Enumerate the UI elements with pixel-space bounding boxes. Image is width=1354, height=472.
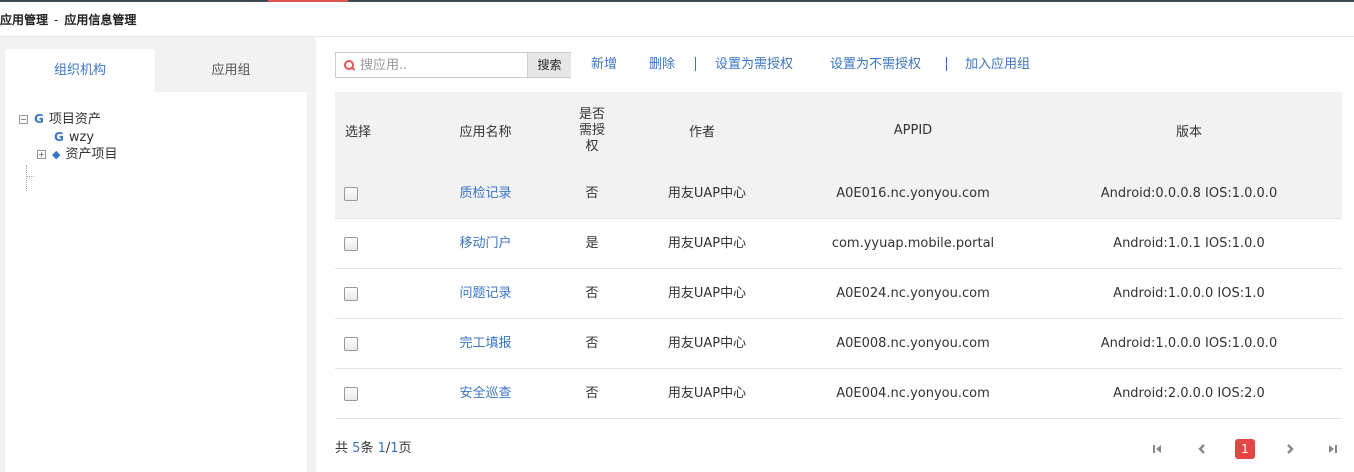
header-appid: APPID [893,123,933,138]
auth-cell: 否 [585,386,599,401]
row-checkbox[interactable] [344,187,358,201]
search-icon [344,60,354,70]
tree-node-icon: G [34,112,44,126]
collapse-icon[interactable]: − [19,115,28,124]
add-to-group-button[interactable]: 加入应用组 [965,52,1030,78]
tree-connector [26,176,34,177]
search-input[interactable] [360,53,526,77]
header-version: 版本 [1175,125,1202,140]
toolbar-divider [695,57,696,71]
version-cell: Android:1.0.0.0 IOS:1.0 [1113,286,1265,301]
content-area: 组织机构 应用组 −G项目资产 Gwzy +◆资产项目 搜索 新增 删除 设置为… [0,37,1354,472]
total-pages: 1 [390,441,399,456]
tab-organization[interactable]: 组织机构 [5,49,155,92]
top-border [0,0,1354,2]
search-button[interactable]: 搜索 [527,53,571,77]
prev-page-icon[interactable] [1193,440,1211,458]
toolbar-divider [946,57,947,71]
search-box: 搜索 [335,52,571,78]
auth-cell: 否 [585,286,599,301]
tree-node-label[interactable]: 资产项目 [65,147,117,162]
no-auth-button[interactable]: 设置为不需授权 [830,52,921,78]
table-row[interactable]: 质检记录 否 用友UAP中心 A0E016.nc.yonyou.com Andr… [335,169,1342,219]
tree-node-label[interactable]: 项目资产 [49,112,101,127]
version-cell: Android:2.0.0.0 IOS:2.0 [1113,386,1265,401]
page-number-current[interactable]: 1 [1235,439,1255,459]
row-checkbox[interactable] [344,237,358,251]
app-name-link[interactable]: 移动门户 [435,219,536,268]
version-cell: Android:1.0.1 IOS:1.0.0 [1113,236,1265,251]
page-suffix: 页 [398,441,412,456]
version-cell: Android:1.0.0.0 IOS:1.0.0.0 [1100,336,1278,351]
row-checkbox[interactable] [344,287,358,301]
author-cell: 用友UAP中心 [667,286,747,301]
last-page-icon[interactable] [1324,440,1342,458]
add-button[interactable]: 新增 [591,52,617,78]
left-panel: 组织机构 应用组 − G 项目资产 Gwzy + ◆ 资产项目 [5,49,307,472]
author-cell: 用友UAP中心 [667,186,747,201]
header-select: 选择 [344,125,371,140]
app-name-link[interactable]: 质检记录 [435,169,536,218]
tab-app-group[interactable]: 应用组 [155,49,307,92]
author-cell: 用友UAP中心 [667,386,747,401]
row-checkbox[interactable] [344,387,358,401]
tree-node-wzy[interactable]: Gwzy [54,128,94,146]
table-row[interactable]: 安全巡查 否 用友UAP中心 A0E004.nc.yonyou.com Andr… [335,369,1342,419]
table-row[interactable]: 完工填报 否 用友UAP中心 A0E008.nc.yonyou.com Andr… [335,319,1342,369]
appid-cell: A0E016.nc.yonyou.com [836,186,990,201]
tree-node-label[interactable]: wzy [69,130,94,145]
breadcrumb-separator: - [54,13,59,27]
auth-cell: 是 [585,236,599,251]
appid-cell: com.yyuap.mobile.portal [831,236,995,251]
header-auth-line: 是否 [578,106,605,122]
app-name-link[interactable]: 安全巡查 [435,369,536,418]
author-cell: 用友UAP中心 [667,236,747,251]
appid-cell: A0E004.nc.yonyou.com [836,386,990,401]
expand-icon[interactable]: + [37,150,46,159]
tree-node-icon: G [54,130,64,144]
app-name-link[interactable]: 完工填报 [435,319,536,368]
table-row[interactable]: 问题记录 否 用友UAP中心 A0E024.nc.yonyou.com Andr… [335,269,1342,319]
auth-cell: 否 [585,336,599,351]
header-auth-line: 需授 [578,122,605,138]
app-name-link[interactable]: 问题记录 [435,269,536,318]
header-auth-line: 权 [585,138,599,154]
active-tab-indicator [268,0,348,2]
first-page-icon[interactable] [1148,440,1166,458]
appid-cell: A0E024.nc.yonyou.com [836,286,990,301]
tree-node-assets[interactable]: + ◆ 资产项目 [37,146,117,164]
pagination-summary: 共 5条 1/1页 [335,439,412,459]
header-author: 作者 [688,125,715,140]
main-panel: 搜索 新增 删除 设置为需授权 设置为不需授权 加入应用组 选择 应用名称 是否… [316,37,1354,472]
auth-cell: 否 [585,186,599,201]
next-page-icon[interactable] [1281,440,1299,458]
breadcrumb: 应用管理 - 应用信息管理 [0,11,136,29]
breadcrumb-current: 应用信息管理 [64,13,137,27]
appid-cell: A0E008.nc.yonyou.com [836,336,990,351]
left-tabs: 组织机构 应用组 [5,49,307,92]
total-unit: 条 [360,441,374,456]
version-cell: Android:0.0.0.8 IOS:1.0.0.0 [1100,186,1278,201]
tree-connector [26,165,27,191]
table-header: 选择 应用名称 是否 需授 权 作者 APPID 版本 [335,92,1342,169]
tree-node-root[interactable]: − G 项目资产 [19,110,101,128]
header-auth: 是否 需授 权 [569,92,615,169]
header-app-name: 应用名称 [459,125,512,140]
require-auth-button[interactable]: 设置为需授权 [715,52,793,78]
total-prefix: 共 [335,441,349,456]
delete-button[interactable]: 删除 [649,52,675,78]
row-checkbox[interactable] [344,337,358,351]
current-page: 1 [377,441,386,456]
author-cell: 用友UAP中心 [667,336,747,351]
table-row[interactable]: 移动门户 是 用友UAP中心 com.yyuap.mobile.portal A… [335,219,1342,269]
breadcrumb-parent[interactable]: 应用管理 [0,13,48,27]
diamond-icon: ◆ [52,148,61,161]
